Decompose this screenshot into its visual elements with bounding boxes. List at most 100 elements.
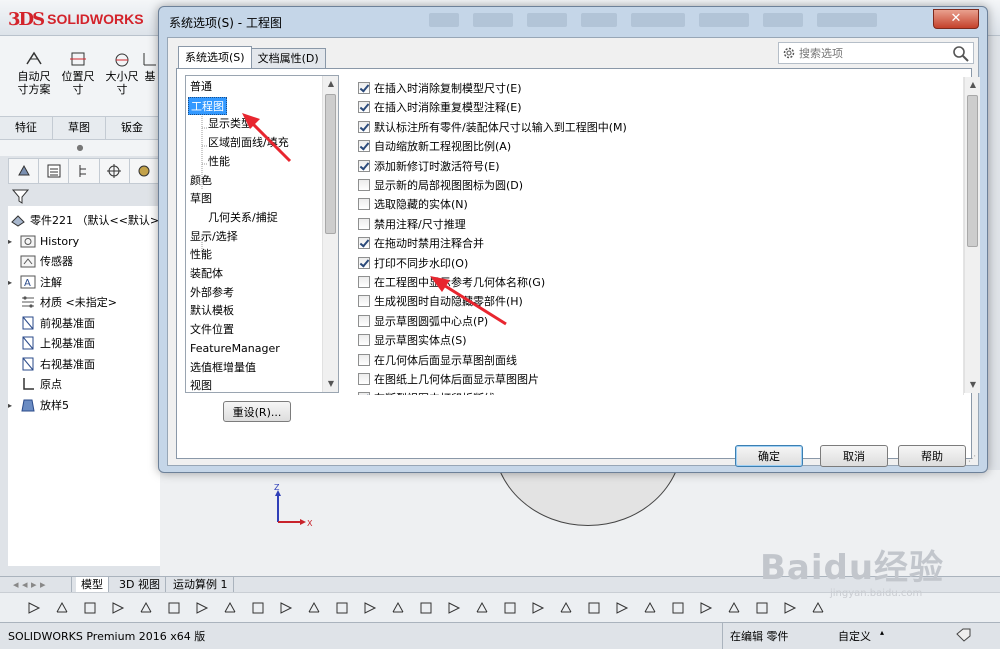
tree-item-right-plane[interactable]: 右视基准面 — [20, 354, 95, 374]
option-checkbox[interactable] — [358, 392, 370, 395]
tree-item-material[interactable]: 材质 <未指定> — [20, 292, 117, 312]
sketch-icon[interactable] — [418, 600, 434, 616]
reset-button[interactable]: 重设(R)... — [223, 401, 291, 422]
option-row[interactable]: 在几何体后面显示草图剖面线 — [358, 351, 517, 369]
category-item[interactable]: 文件位置 — [190, 321, 234, 339]
option-checkbox[interactable] — [358, 353, 370, 366]
baseline-dimension-button[interactable]: 基 — [140, 50, 160, 83]
arc-icon[interactable] — [334, 600, 350, 616]
category-item[interactable]: 颜色 — [190, 172, 212, 190]
category-item[interactable]: 显示/选择 — [190, 228, 238, 246]
category-item[interactable]: 视图 — [190, 377, 212, 392]
text-icon[interactable] — [614, 600, 630, 616]
status-units[interactable]: 自定义 — [838, 628, 871, 644]
scroll-up-icon[interactable]: ▲ — [323, 76, 339, 92]
note-icon[interactable] — [586, 600, 602, 616]
option-checkbox[interactable] — [358, 198, 370, 211]
filter-icon[interactable] — [82, 600, 98, 616]
option-row[interactable]: 打印不同步水印(O) — [358, 254, 468, 272]
feature-manager-tab[interactable] — [9, 159, 40, 183]
tree-item-loft[interactable]: ▸ 放样5 — [8, 395, 69, 415]
option-checkbox[interactable] — [358, 120, 370, 133]
option-checkbox[interactable] — [358, 101, 370, 114]
expand-arrow-icon[interactable]: ▸ — [8, 401, 16, 410]
tree-item-sensors[interactable]: 传感器 — [20, 251, 73, 271]
point-icon[interactable] — [390, 600, 406, 616]
tab-scroll-arrows[interactable]: ◂ ◂ ▸ ▸ — [8, 577, 72, 592]
tab-sketch[interactable]: 草图 — [53, 117, 106, 139]
plane-icon[interactable] — [474, 600, 490, 616]
option-row[interactable]: 在断裂视图中打印折断线 — [358, 389, 495, 395]
scroll-thumb[interactable] — [967, 95, 978, 247]
option-row[interactable]: 显示草图实体点(S) — [358, 331, 467, 349]
panel-collapse-handle[interactable]: ● — [0, 140, 160, 156]
tree-item-front-plane[interactable]: 前视基准面 — [20, 313, 95, 333]
dimension-icon[interactable] — [502, 600, 518, 616]
category-item[interactable]: 外部参考 — [190, 284, 234, 302]
option-checkbox[interactable] — [358, 334, 370, 347]
search-icon[interactable] — [952, 45, 970, 63]
appearance-manager-tab[interactable] — [130, 159, 159, 183]
scroll-up-icon[interactable]: ▲ — [965, 77, 981, 93]
category-item[interactable]: 几何关系/捕捉 — [208, 209, 278, 227]
option-row[interactable]: 添加新修订时激活符号(E) — [358, 157, 500, 175]
line-icon[interactable] — [222, 600, 238, 616]
category-item[interactable]: 性能 — [208, 153, 230, 171]
cube-icon[interactable] — [306, 600, 322, 616]
tab-sheetmetal[interactable]: 钣金 — [106, 117, 159, 139]
hide-icon[interactable] — [782, 600, 798, 616]
option-checkbox[interactable] — [358, 82, 370, 94]
tab-features[interactable]: 特征 — [0, 117, 53, 139]
options-scrollbar[interactable]: ▲ ▼ — [964, 77, 980, 393]
option-checkbox[interactable] — [358, 159, 370, 172]
wave-icon[interactable] — [642, 600, 658, 616]
hide-icon[interactable] — [810, 600, 826, 616]
category-item[interactable]: 默认模板 — [190, 302, 234, 320]
option-row[interactable]: 默认标注所有零件/装配体尺寸以输入到工程图中(M) — [358, 118, 627, 136]
category-item[interactable]: FeatureManager — [190, 340, 280, 358]
auto-dimension-button[interactable]: 自动尺 寸方案 — [12, 50, 56, 96]
option-checkbox[interactable] — [358, 179, 370, 191]
circle-icon[interactable] — [278, 600, 294, 616]
ok-button[interactable]: 确定 — [735, 445, 803, 467]
category-item[interactable]: 选值框增量值 — [190, 359, 256, 377]
option-row[interactable]: 自动缩放新工程视图比例(A) — [358, 137, 511, 155]
search-options-box[interactable] — [778, 42, 974, 64]
location-dimension-button[interactable]: 位置尺 寸 — [56, 50, 100, 96]
table-icon[interactable] — [558, 600, 574, 616]
option-row[interactable]: 显示新的局部视图图标为圆(D) — [358, 176, 523, 194]
check-icon[interactable] — [530, 600, 546, 616]
option-checkbox[interactable] — [358, 276, 370, 288]
option-checkbox[interactable] — [358, 256, 370, 269]
category-item[interactable]: 工程图 — [188, 96, 227, 115]
scroll-down-icon[interactable]: ▼ — [323, 376, 339, 392]
option-checkbox[interactable] — [358, 140, 370, 153]
category-item[interactable]: 普通 — [190, 78, 212, 96]
datum-icon[interactable] — [726, 600, 742, 616]
resize-grip-icon[interactable]: ⋰ — [968, 454, 976, 463]
tree-item-origin[interactable]: 原点 — [20, 374, 62, 394]
option-checkbox[interactable] — [358, 217, 370, 230]
option-row[interactable]: 在拖动时禁用注释合并 — [358, 234, 484, 252]
balloon-icon[interactable] — [670, 600, 686, 616]
option-checkbox[interactable] — [358, 295, 370, 308]
tree-item-top-plane[interactable]: 上视基准面 — [20, 333, 95, 353]
option-checkbox[interactable] — [358, 314, 370, 327]
solidworks-logo[interactable]: 3DS SOLIDWORKS — [8, 6, 144, 32]
tree-item-history[interactable]: ▸ History — [8, 231, 79, 251]
option-row[interactable]: 选取隐藏的实体(N) — [358, 195, 468, 213]
category-item[interactable]: 装配体 — [190, 265, 223, 283]
scroll-thumb[interactable] — [325, 94, 336, 234]
help-button[interactable]: 帮助 — [898, 445, 966, 467]
size-dimension-button[interactable]: 大小尺 寸 — [100, 50, 144, 96]
rectangle-icon[interactable] — [250, 600, 266, 616]
appearance-icon[interactable] — [754, 600, 770, 616]
cancel-button[interactable]: 取消 — [820, 445, 888, 467]
category-item[interactable]: 草图 — [190, 190, 212, 208]
option-checkbox[interactable] — [358, 373, 370, 385]
scroll-down-icon[interactable]: ▼ — [965, 377, 981, 393]
select-icon[interactable] — [110, 600, 126, 616]
expand-arrow-icon[interactable]: ▸ — [8, 237, 16, 246]
dimxpert-manager-tab[interactable] — [100, 159, 130, 183]
tag-icon[interactable] — [956, 628, 972, 642]
